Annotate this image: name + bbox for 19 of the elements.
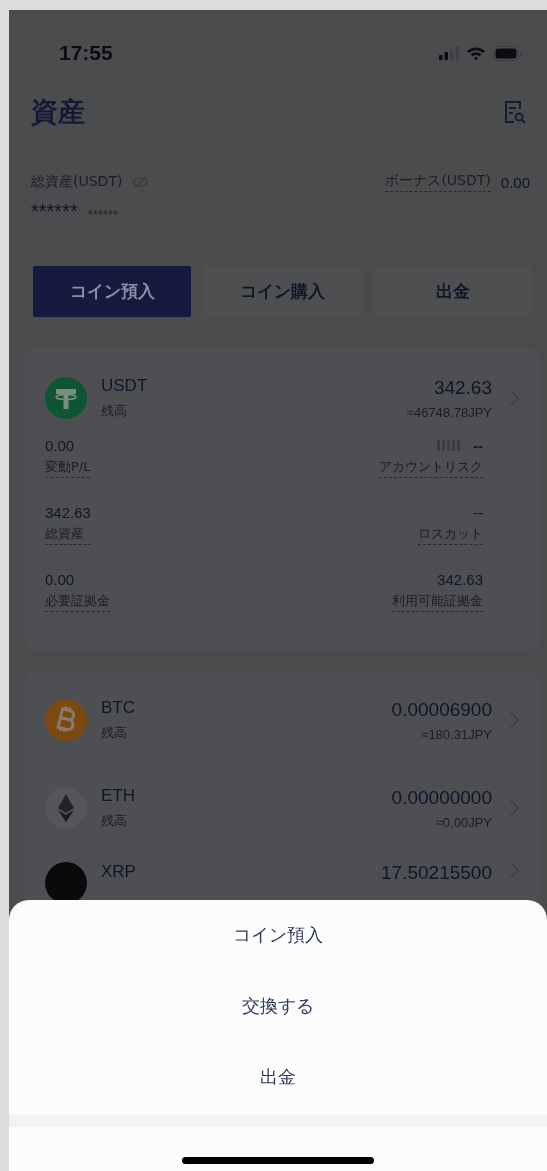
total-assets-subvalue: ******	[87, 209, 118, 222]
coin-amount: 342.63	[433, 376, 492, 399]
stat-value: --	[473, 437, 483, 454]
stat-value: --	[473, 504, 483, 521]
coin-symbol: USDT	[101, 376, 149, 396]
coin-symbol: BTC	[101, 698, 136, 718]
coin-amount: 0.00000000	[391, 786, 492, 809]
page-title: 資産	[31, 95, 85, 129]
coin-symbol: ETH	[101, 786, 136, 806]
stat-value: 342.63	[45, 504, 91, 521]
coin-symbol: XRP	[101, 862, 137, 882]
stat-value: 0.00	[45, 571, 76, 588]
status-time: 17:55	[59, 41, 113, 65]
coin-amount: 0.00006900	[391, 698, 492, 721]
bonus-value: 0.00	[500, 173, 530, 191]
total-assets-value: ******	[31, 200, 78, 223]
stat-value: 342.63	[437, 571, 483, 588]
coin-amount: 17.50215500	[381, 862, 492, 884]
stat-value: 0.00	[45, 437, 76, 454]
